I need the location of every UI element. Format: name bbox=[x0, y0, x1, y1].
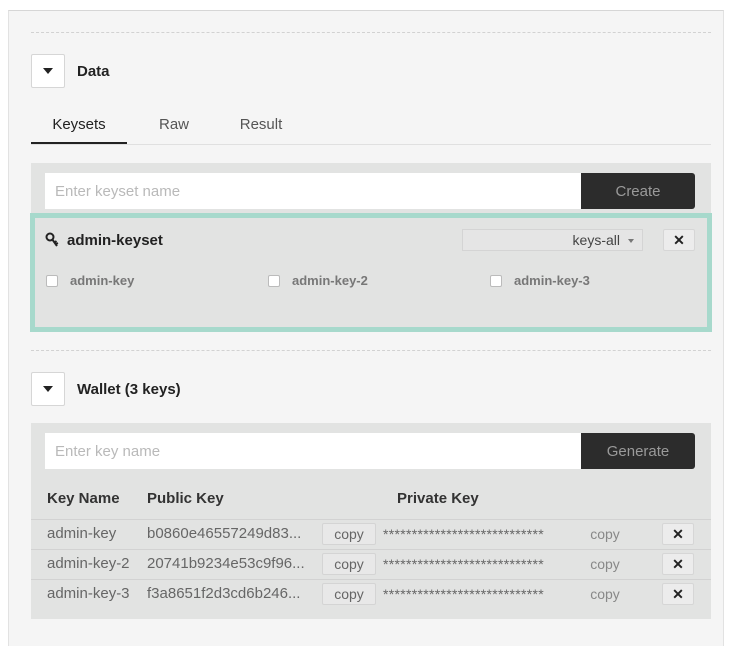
column-header-key-name: Key Name bbox=[47, 490, 120, 507]
tab-result[interactable]: Result bbox=[230, 111, 292, 144]
copy-private-key-button[interactable]: copy bbox=[578, 553, 632, 575]
copy-private-key-button[interactable]: copy bbox=[578, 523, 632, 545]
checkbox[interactable] bbox=[490, 274, 502, 287]
main-panel: Data Keysets Raw Result Create admin-key… bbox=[8, 10, 724, 646]
key-label: admin-key-2 bbox=[292, 273, 368, 288]
copy-private-key-button[interactable]: copy bbox=[578, 583, 632, 605]
wallet-section-title: Wallet (3 keys) bbox=[77, 381, 181, 398]
keyset-key-checkbox[interactable]: admin-key bbox=[46, 273, 134, 288]
key-name-cell: admin-key-2 bbox=[47, 555, 130, 572]
remove-key-button[interactable]: ✕ bbox=[662, 583, 694, 605]
keyset-key-checkbox[interactable]: admin-key-3 bbox=[490, 273, 590, 288]
public-key-cell: f3a8651f2d3cd6b246... bbox=[147, 585, 301, 602]
column-header-public-key: Public Key bbox=[147, 490, 224, 507]
public-key-cell: 20741b9234e53c9f96... bbox=[147, 555, 305, 572]
key-label: admin-key-3 bbox=[514, 273, 590, 288]
key-icon bbox=[45, 232, 59, 247]
close-icon: ✕ bbox=[672, 585, 684, 602]
private-key-cell: **************************** bbox=[383, 526, 544, 542]
chevron-down-icon bbox=[43, 68, 53, 74]
create-button[interactable]: Create bbox=[581, 173, 695, 209]
wallet-toggle-button[interactable] bbox=[31, 372, 65, 406]
close-icon: ✕ bbox=[672, 525, 684, 542]
checkbox[interactable] bbox=[268, 274, 280, 287]
remove-keyset-button[interactable]: ✕ bbox=[663, 229, 695, 251]
checkbox[interactable] bbox=[46, 274, 58, 287]
keyset-key-checkbox[interactable]: admin-key-2 bbox=[268, 273, 368, 288]
key-name-cell: admin-key-3 bbox=[47, 585, 130, 602]
keyset-name-input[interactable] bbox=[45, 173, 581, 209]
key-label: admin-key bbox=[70, 273, 135, 288]
table-row: admin-key-2 20741b9234e53c9f96... copy c… bbox=[31, 549, 711, 579]
data-section-title: Data bbox=[77, 63, 110, 80]
divider bbox=[31, 32, 711, 33]
public-key-cell: b0860e46557249d83... bbox=[147, 525, 302, 542]
table-row: admin-key-3 f3a8651f2d3cd6b246... copy c… bbox=[31, 579, 711, 609]
copy-public-key-button[interactable]: copy bbox=[322, 553, 376, 575]
generate-button[interactable]: Generate bbox=[581, 433, 695, 469]
keyset-card: admin-keyset keys-all ✕ admin-key admin-… bbox=[30, 213, 712, 332]
chevron-down-icon bbox=[628, 239, 634, 243]
column-header-private-key: Private Key bbox=[397, 490, 479, 507]
keyset-create-box: Create bbox=[31, 163, 711, 213]
chevron-down-icon bbox=[43, 386, 53, 392]
keyset-predicate-select[interactable]: keys-all bbox=[462, 229, 643, 251]
private-key-cell: **************************** bbox=[383, 586, 544, 602]
remove-key-button[interactable]: ✕ bbox=[662, 523, 694, 545]
copy-public-key-button[interactable]: copy bbox=[322, 523, 376, 545]
data-toggle-button[interactable] bbox=[31, 54, 65, 88]
close-icon: ✕ bbox=[673, 231, 685, 248]
key-name-input[interactable] bbox=[45, 433, 581, 469]
tab-keysets[interactable]: Keysets bbox=[31, 111, 127, 144]
private-key-cell: **************************** bbox=[383, 556, 544, 572]
tab-raw[interactable]: Raw bbox=[146, 111, 202, 144]
keyset-predicate-value: keys-all bbox=[572, 232, 620, 248]
close-icon: ✕ bbox=[672, 555, 684, 572]
copy-public-key-button[interactable]: copy bbox=[322, 583, 376, 605]
table-row: admin-key b0860e46557249d83... copy copy… bbox=[31, 519, 711, 549]
wallet-box: Generate Key Name Public Key Private Key… bbox=[31, 423, 711, 619]
key-name-cell: admin-key bbox=[47, 525, 117, 542]
data-tabs: Keysets Raw Result bbox=[31, 111, 711, 145]
remove-key-button[interactable]: ✕ bbox=[662, 553, 694, 575]
divider bbox=[31, 350, 711, 351]
keyset-name: admin-keyset bbox=[67, 232, 163, 249]
